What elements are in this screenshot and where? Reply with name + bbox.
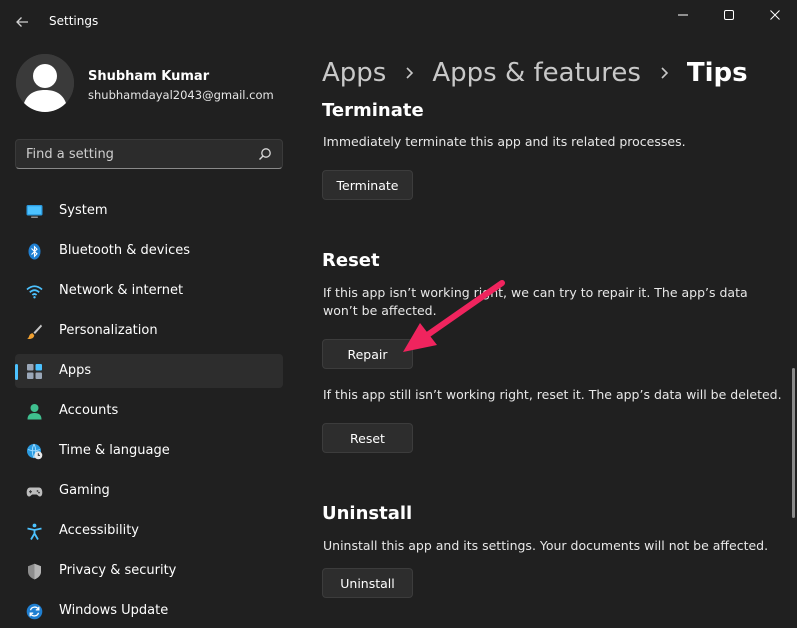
reset-description: If this app still isn’t working right, r…	[323, 387, 782, 402]
chevron-right-icon	[641, 55, 687, 91]
chevron-right-icon	[386, 55, 432, 91]
sidebar-item-label: Privacy & security	[59, 563, 177, 578]
wifi-icon	[26, 285, 43, 299]
profile-name: Shubham Kumar	[88, 69, 210, 84]
sidebar-item-accounts[interactable]: Accounts	[15, 394, 283, 428]
sidebar-item-accessibility[interactable]: Accessibility	[15, 514, 283, 548]
search-box[interactable]	[15, 139, 283, 169]
sidebar-item-personalization[interactable]: Personalization	[15, 314, 283, 348]
sidebar-item-label: Network & internet	[59, 283, 184, 298]
uninstall-heading: Uninstall	[322, 503, 413, 524]
breadcrumb-current-page: Tips	[686, 58, 748, 88]
sidebar-item-time-language[interactable]: Time & language	[15, 434, 283, 468]
reset-button[interactable]: Reset	[322, 423, 413, 453]
sidebar-item-label: Gaming	[59, 483, 110, 498]
sidebar-item-label: Time & language	[59, 443, 170, 458]
sidebar-item-label: System	[59, 203, 108, 218]
terminate-description: Immediately terminate this app and its r…	[323, 134, 686, 149]
person-icon	[27, 404, 42, 420]
terminate-heading: Terminate	[322, 100, 424, 121]
close-icon	[770, 10, 780, 20]
update-icon	[26, 603, 43, 620]
apps-icon	[27, 364, 42, 379]
sidebar-item-label: Accounts	[59, 403, 119, 418]
reset-heading: Reset	[322, 250, 380, 271]
breadcrumb-item-apps[interactable]: Apps	[322, 58, 386, 88]
user-silhouette-icon	[16, 54, 74, 112]
accessibility-icon	[27, 523, 42, 540]
maximize-button[interactable]	[706, 0, 752, 30]
active-indicator	[15, 364, 18, 380]
terminate-button[interactable]: Terminate	[322, 170, 413, 200]
sidebar-item-label: Apps	[59, 363, 92, 378]
gamepad-icon	[26, 487, 43, 497]
sidebar-item-label: Personalization	[59, 323, 158, 338]
sidebar-item-bluetooth-devices[interactable]: Bluetooth & devices	[15, 234, 283, 268]
sidebar-item-network-internet[interactable]: Network & internet	[15, 274, 283, 308]
scrollbar-thumb[interactable]	[792, 368, 795, 518]
maximize-icon	[724, 10, 734, 20]
sidebar-item-apps[interactable]: Apps	[15, 354, 283, 388]
shield-icon	[28, 563, 41, 580]
back-arrow-icon	[16, 17, 28, 27]
minimize-icon	[678, 14, 688, 16]
uninstall-description: Uninstall this app and its settings. You…	[323, 538, 769, 553]
minimize-button[interactable]	[660, 0, 706, 30]
search-icon[interactable]	[258, 147, 272, 161]
repair-description: If this app isn’t working right, we can …	[323, 285, 748, 318]
breadcrumb: Apps Apps & features Tips	[322, 55, 748, 91]
breadcrumb-item-apps-features[interactable]: Apps & features	[432, 58, 641, 88]
globe-clock-icon	[27, 443, 43, 460]
sidebar-item-label: Bluetooth & devices	[59, 243, 190, 258]
app-title: Settings	[49, 14, 99, 28]
sidebar-item-label: Accessibility	[59, 523, 139, 538]
title-bar: Settings	[0, 0, 797, 44]
profile-email: shubhamdayal2043@gmail.com	[88, 88, 274, 102]
monitor-icon	[26, 205, 43, 218]
uninstall-button[interactable]: Uninstall	[322, 568, 413, 598]
back-button[interactable]	[8, 8, 36, 36]
sidebar-item-windows-update[interactable]: Windows Update	[15, 594, 283, 628]
sidebar-item-gaming[interactable]: Gaming	[15, 474, 283, 508]
brush-icon	[27, 324, 42, 339]
sidebar-item-label: Windows Update	[59, 603, 169, 618]
search-input[interactable]	[16, 140, 252, 168]
bluetooth-icon	[28, 243, 41, 260]
avatar[interactable]	[16, 54, 74, 112]
close-button[interactable]	[752, 0, 797, 30]
sidebar-item-system[interactable]: System	[15, 194, 283, 228]
sidebar-item-privacy-security[interactable]: Privacy & security	[15, 554, 283, 588]
repair-button[interactable]: Repair	[322, 339, 413, 369]
